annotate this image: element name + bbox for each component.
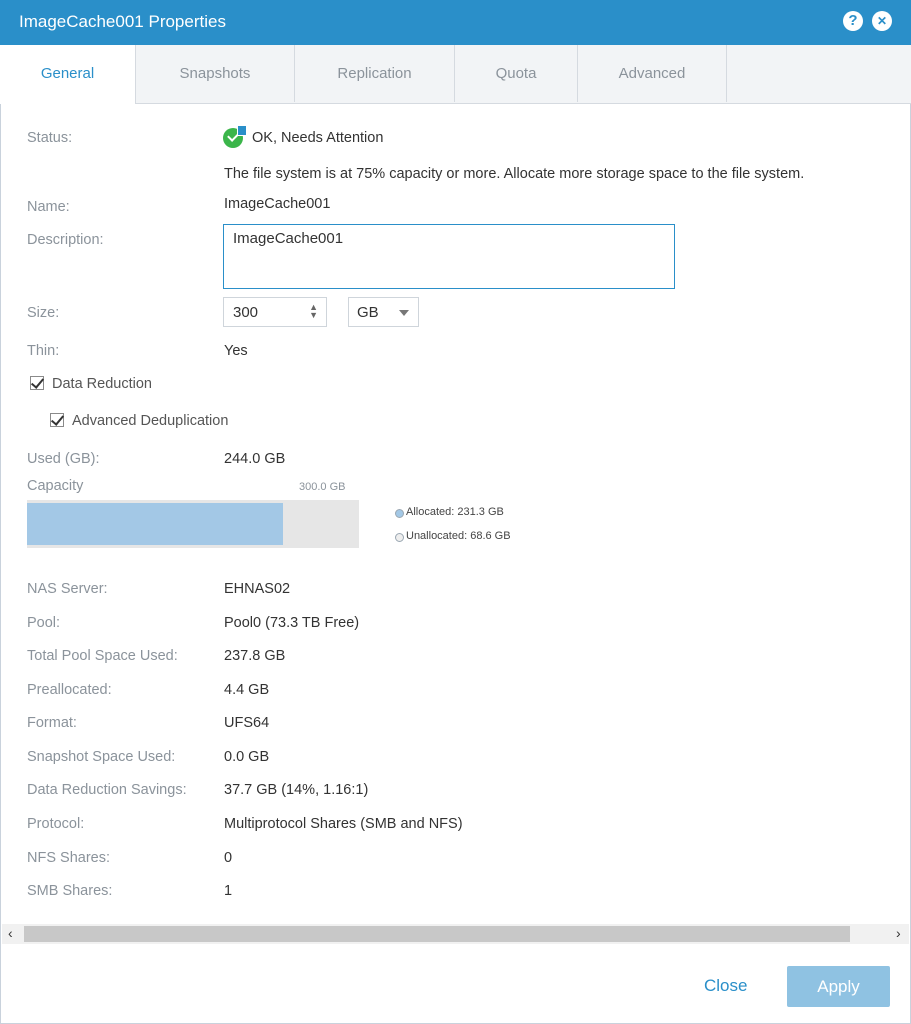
data-reduction-checkbox[interactable] [30,376,44,390]
status-value: OK, Needs Attention [252,130,384,146]
scroll-left-icon[interactable]: ‹ [8,925,13,941]
close-icon[interactable]: ✕ [872,11,892,31]
detail-value: 237.8 GB [224,648,286,664]
detail-value: 4.4 GB [224,682,270,698]
size-stepper[interactable]: 300 ▲ ▼ [223,297,327,327]
advanced-dedup-checkbox[interactable] [50,413,64,427]
detail-label: Snapshot Space Used: [27,749,176,765]
apply-button[interactable]: Apply [787,966,890,1007]
size-label: Size: [27,305,60,321]
detail-value: 0 [224,850,233,866]
thin-value: Yes [224,343,248,359]
detail-label: Format: [27,715,77,731]
spinner-arrows-icon[interactable]: ▲ ▼ [309,303,318,320]
used-label: Used (GB): [27,451,100,467]
detail-value: 0.0 GB [224,749,270,765]
allocated-legend-icon [395,509,404,518]
description-label: Description: [27,232,104,248]
detail-value: 1 [224,883,233,899]
dialog-titlebar: ImageCache001 Properties ? ✕ [0,0,911,45]
close-button[interactable]: Close [704,976,747,996]
tab-replication[interactable]: Replication [295,45,455,102]
allocated-legend: Allocated: 231.3 GB [406,506,504,518]
detail-value: UFS64 [224,715,270,731]
tab-advanced[interactable]: Advanced [578,45,727,102]
status-message: The file system is at 75% capacity or mo… [224,166,805,182]
detail-label: Protocol: [27,816,85,832]
attention-badge-icon [237,125,247,136]
tab-bar: General Snapshots Replication Quota Adva… [0,45,911,104]
detail-label: NFS Shares: [27,850,110,866]
data-reduction-label: Data Reduction [52,376,152,392]
unallocated-legend: Unallocated: 68.6 GB [406,530,511,542]
capacity-bar-allocated [27,503,283,545]
detail-label: Data Reduction Savings: [27,782,187,798]
name-label: Name: [27,199,70,215]
advanced-dedup-label: Advanced Deduplication [72,413,229,429]
detail-label: NAS Server: [27,581,108,597]
size-unit-select[interactable]: GB [348,297,419,327]
used-value: 244.0 GB [224,451,286,467]
help-icon[interactable]: ? [843,11,863,31]
chevron-down-icon [399,310,409,316]
tab-general[interactable]: General [0,45,136,104]
detail-value: Pool0 (73.3 TB Free) [224,615,360,631]
unallocated-legend-icon [395,533,404,542]
size-unit-value: GB [357,304,379,321]
detail-label: SMB Shares: [27,883,113,899]
dialog-title: ImageCache001 Properties [19,12,226,31]
detail-value: EHNAS02 [224,581,291,597]
detail-value: 37.7 GB (14%, 1.16:1) [224,782,369,798]
scroll-right-icon[interactable]: › [896,925,901,941]
scrollbar-thumb[interactable] [24,926,850,942]
size-value: 300 [233,304,259,321]
tab-quota[interactable]: Quota [455,45,578,102]
thin-label: Thin: [27,343,60,359]
description-text: ImageCache001 [233,230,344,247]
detail-label: Total Pool Space Used: [27,648,178,664]
tab-snapshots[interactable]: Snapshots [136,45,295,102]
detail-value: Multiprotocol Shares (SMB and NFS) [224,816,463,832]
detail-label: Preallocated: [27,682,112,698]
capacity-bar [27,500,359,548]
capacity-label: Capacity [27,478,84,494]
capacity-total: 300.0 GB [299,481,346,493]
detail-label: Pool: [27,615,61,631]
description-field[interactable]: ImageCache001 [223,224,675,289]
status-label: Status: [27,130,73,146]
horizontal-scrollbar[interactable]: ‹ › [2,924,909,944]
name-value: ImageCache001 [224,196,331,212]
